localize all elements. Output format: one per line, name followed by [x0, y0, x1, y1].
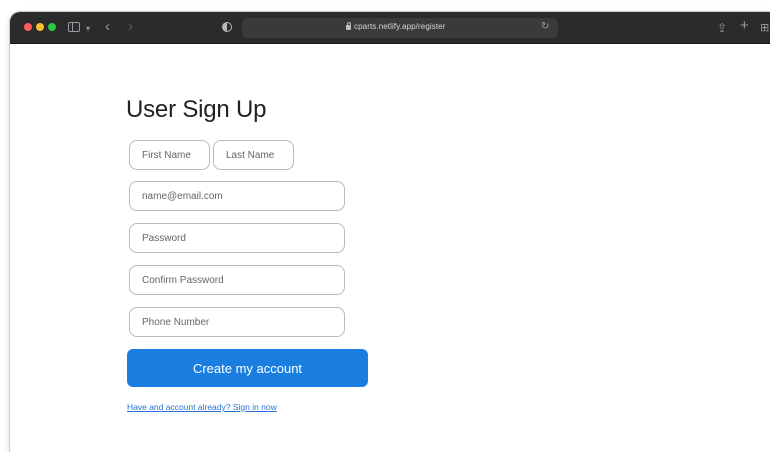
first-name-field[interactable] [129, 140, 210, 170]
browser-window: ▾ ‹ › cparts.netlify.app/register ↻ ⇪ + … [10, 12, 770, 452]
address-bar[interactable]: cparts.netlify.app/register ↻ [242, 18, 558, 38]
sign-in-link[interactable]: Have and account already? Sign in now [127, 402, 277, 412]
forward-icon[interactable]: › [128, 17, 133, 37]
close-window-button[interactable] [24, 23, 32, 31]
email-field[interactable] [129, 181, 345, 211]
tab-overview-icon[interactable]: ⊞ [760, 18, 769, 38]
back-icon[interactable]: ‹ [105, 17, 110, 37]
share-icon[interactable]: ⇪ [717, 18, 727, 38]
lock-icon [346, 22, 351, 30]
last-name-field[interactable] [213, 140, 294, 170]
create-account-button[interactable]: Create my account [127, 349, 368, 387]
phone-number-field[interactable] [129, 307, 345, 337]
page-content: User Sign Up Create my account Have and … [10, 44, 770, 452]
page-title: User Sign Up [126, 96, 267, 123]
sidebar-icon[interactable] [68, 22, 80, 32]
password-field[interactable] [129, 223, 345, 253]
browser-toolbar: ▾ ‹ › cparts.netlify.app/register ↻ ⇪ + … [10, 12, 770, 44]
zoom-window-button[interactable] [48, 23, 56, 31]
privacy-shield-icon[interactable] [222, 22, 232, 32]
url-text: cparts.netlify.app/register [354, 22, 446, 31]
reload-icon[interactable]: ↻ [541, 21, 549, 32]
minimize-window-button[interactable] [36, 23, 44, 31]
new-tab-icon[interactable]: + [740, 16, 749, 36]
chevron-down-icon[interactable]: ▾ [86, 19, 90, 39]
confirm-password-field[interactable] [129, 265, 345, 295]
